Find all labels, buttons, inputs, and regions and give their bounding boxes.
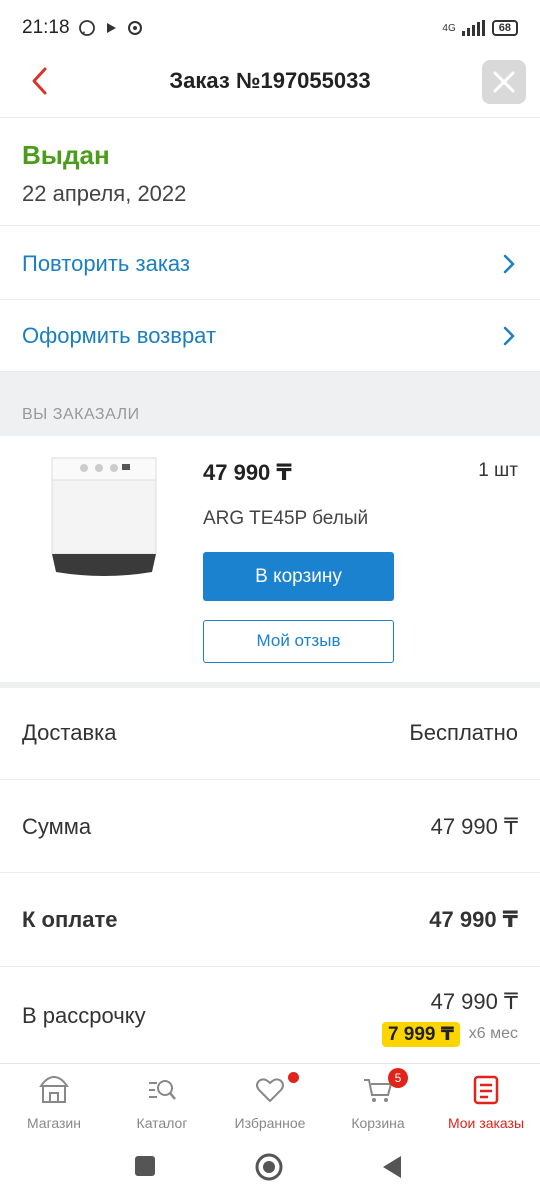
to-pay-value: 47 990 ₸ (429, 907, 518, 932)
network-label: 4G (442, 22, 456, 34)
close-button[interactable] (482, 60, 526, 104)
signal-icon (461, 20, 485, 36)
order-date: 22 апреля, 2022 (22, 181, 187, 206)
chevron-right-icon (503, 326, 515, 345)
tab-label: Корзина (351, 1115, 405, 1131)
status-bar: 21:18 4G 68 (0, 0, 540, 56)
tab-label: Мои заказы (447, 1115, 525, 1131)
section-header: ВЫ ЗАКАЗАЛИ (0, 372, 540, 436)
status-time: 21:18 (22, 17, 70, 38)
top-bar: Заказ №197055033 (0, 56, 540, 118)
delivery-value: Бесплатно (409, 720, 518, 745)
installment-label: В рассрочку (22, 1003, 146, 1028)
home-icon[interactable] (254, 1152, 284, 1182)
order-status-block: Выдан 22 апреля, 2022 (0, 118, 540, 226)
orders-icon (473, 1075, 499, 1105)
sum-value: 47 990 ₸ (430, 814, 518, 839)
delivery-label: Доставка (22, 720, 117, 745)
battery-icon: 68 (491, 20, 518, 36)
system-nav-bar (0, 1139, 540, 1200)
page-title: Заказ №197055033 (169, 68, 371, 93)
sum-row: Сумма 47 990 ₸ (0, 780, 540, 873)
tab-label: Избранное (234, 1115, 306, 1131)
installment-total: 47 990 ₸ (430, 989, 518, 1014)
tab-label: Магазин (26, 1115, 81, 1131)
tab-catalog[interactable]: Каталог (108, 1064, 216, 1140)
sync-icon (127, 21, 142, 35)
tab-label: Каталог (136, 1115, 188, 1131)
tab-favorites[interactable]: Избранное (216, 1064, 324, 1140)
product-price: 47 990 ₸ (203, 460, 292, 485)
repeat-order-label: Повторить заказ (22, 250, 190, 276)
my-review-button[interactable]: Мой отзыв (203, 620, 394, 663)
product-quantity: 1 шт (478, 460, 518, 481)
whatsapp-icon (78, 20, 95, 36)
tab-cart[interactable]: 5 Корзина (324, 1064, 432, 1140)
installment-term: х6 мес (468, 1025, 518, 1042)
product-name[interactable]: ARG TE45P белый (203, 508, 368, 530)
return-order-action[interactable]: Оформить возврат (0, 300, 540, 372)
to-pay-label: К оплате (22, 907, 118, 932)
cart-count-badge: 5 (388, 1068, 408, 1088)
section-title: ВЫ ЗАКАЗАЛИ (22, 406, 140, 423)
to-pay-row: К оплате 47 990 ₸ (0, 873, 540, 967)
shop-icon (39, 1075, 69, 1103)
close-icon (493, 71, 515, 93)
washing-machine-image[interactable] (44, 454, 164, 584)
repeat-order-action[interactable]: Повторить заказ (0, 228, 540, 300)
installment-row: В рассрочку 47 990 ₸ (0, 967, 540, 1063)
product-card: 47 990 ₸ 1 шт ARG TE45P белый В корзину … (0, 436, 540, 682)
play-icon (106, 23, 116, 33)
chevron-right-icon (503, 254, 515, 273)
tab-shop[interactable]: Магазин (0, 1064, 108, 1140)
recent-apps-icon[interactable] (134, 1155, 156, 1177)
order-status: Выдан (22, 140, 110, 170)
bottom-tab-bar: Магазин Каталог Избранное 5 Корзина Мои … (0, 1063, 540, 1139)
sum-label: Сумма (22, 814, 92, 839)
heart-icon (256, 1078, 284, 1103)
return-order-label: Оформить возврат (22, 322, 217, 348)
tab-my-orders[interactable]: Мои заказы (432, 1064, 540, 1140)
installment-monthly-badge: 7 999 ₸ (381, 1022, 460, 1047)
delivery-row: Доставка Бесплатно (0, 688, 540, 780)
add-to-cart-button[interactable]: В корзину (203, 552, 394, 601)
back-triangle-icon[interactable] (380, 1154, 404, 1180)
notification-icons (78, 19, 144, 37)
catalog-search-icon (149, 1080, 176, 1100)
favorites-dot (288, 1072, 299, 1083)
